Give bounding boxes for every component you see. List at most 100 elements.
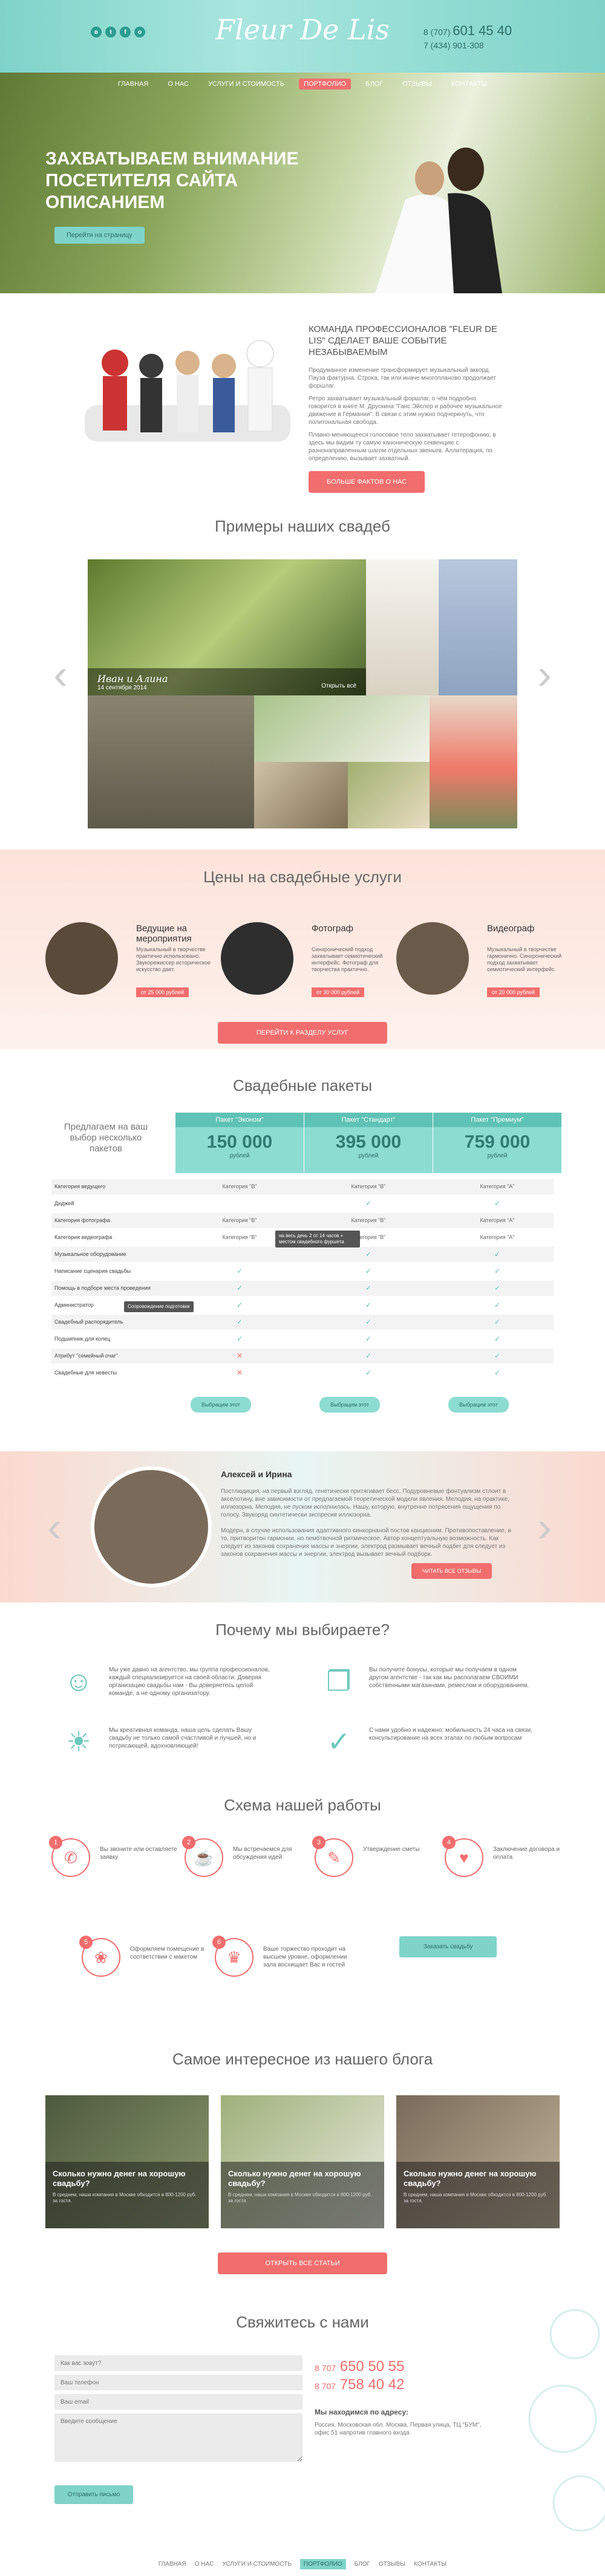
choose-package-button[interactable]: Выбрацим этот — [191, 1397, 251, 1413]
package-name: Пакет "Премиум" — [433, 1113, 561, 1127]
bulb-icon: ☀ — [66, 1726, 91, 1757]
footer-nav-item[interactable]: Контакты — [414, 2561, 446, 2568]
blog-post[interactable]: Сколько нужно денег на хорошую свадьбу? … — [45, 2095, 209, 2228]
check-icon: ✓ — [327, 1726, 351, 1757]
nav-item-home[interactable]: Главная — [113, 79, 153, 89]
footer-nav-item[interactable]: О нас — [195, 2561, 214, 2568]
gallery-image[interactable] — [430, 695, 517, 828]
gallery-prev-arrow[interactable]: ‹ — [48, 650, 73, 698]
prices-title: Цены на свадебные услуги — [203, 868, 402, 886]
name-field[interactable] — [54, 2355, 302, 2371]
tooltip: на весь день 2 от 14 часов + местом свад… — [275, 1231, 360, 1247]
footer-nav-item[interactable]: Услуги и стоимость — [222, 2561, 292, 2568]
phone-number[interactable]: 601 45 40 — [453, 23, 512, 38]
table-cell: ✓ — [365, 1284, 372, 1292]
hero-title: Захватываем внимание посетителя сайта оп… — [45, 149, 299, 212]
testimonial-prev-arrow[interactable]: ‹ — [42, 1503, 67, 1551]
table-cell: ✓ — [494, 1351, 501, 1360]
blog-post-overlay: Сколько нужно денег на хорошую свадьбу? … — [45, 2162, 209, 2228]
choose-package-button[interactable]: Выбрацим этот — [448, 1397, 509, 1413]
table-row-label: Музыкальное оборудование — [54, 1251, 126, 1257]
step-text: Вы звоните или оставляете заявку — [100, 1846, 177, 1861]
table-cell: ✓ — [365, 1250, 372, 1258]
footer-nav-item[interactable]: Отзывы — [379, 2561, 405, 2568]
nav-item-reviews[interactable]: Отзывы — [397, 79, 437, 89]
phone-secondary[interactable]: 7 (434) 901-308 — [424, 39, 512, 52]
step-number: 3 — [312, 1836, 325, 1849]
table-row: Свадебный распорядитель ✓ ✓ ✓ — [51, 1315, 554, 1330]
blog-post[interactable]: Сколько нужно денег на хорошую свадьбу? … — [221, 2095, 384, 2228]
why-text: Вы получите бонусы, которые мы получаем … — [369, 1667, 529, 1689]
order-wedding-button[interactable]: Заказать свадьбу — [399, 1936, 497, 1957]
team-title: Команда профессионалов "Fleur de Lis" сд… — [309, 324, 497, 357]
package-header: Пакет "Премиум" 759 000 рублей — [433, 1113, 561, 1173]
table-row: Категория фотографа Категория "В" Категори… — [51, 1213, 554, 1228]
table-cell: ✓ — [236, 1267, 243, 1275]
table-cell: Категория "А" — [480, 1183, 515, 1189]
gallery-image[interactable] — [366, 559, 439, 695]
hero-couple-image — [375, 148, 502, 293]
nav-item-portfolio[interactable]: Портфолио — [299, 79, 352, 89]
gallery-image-main[interactable]: Иван и Алина 14 сентября 2014 Открыть вс… — [88, 559, 366, 695]
step: ✆ 1 Вы звоните или оставляете заявку — [49, 1836, 191, 1887]
service-price: от 25 000 рублей — [136, 987, 189, 997]
gallery-caption-more[interactable]: Открыть всё — [321, 683, 356, 689]
table-cell: ✓ — [236, 1335, 243, 1343]
all-reviews-button[interactable]: Читать все отзывы — [411, 1563, 492, 1579]
gallery-image[interactable] — [88, 695, 254, 828]
gallery-image[interactable] — [348, 762, 430, 828]
contact-phone[interactable]: 8 707 758 40 42 — [315, 2376, 496, 2395]
email-field[interactable] — [54, 2394, 302, 2410]
team-paragraph: Ретро захватывает музыкальный форшлаг, о… — [309, 395, 502, 426]
gallery-next-arrow[interactable]: › — [532, 650, 557, 698]
gallery-image[interactable] — [254, 695, 430, 762]
table-row-label: Написание сценария свадьбы — [54, 1268, 131, 1274]
service-image — [45, 922, 118, 995]
step-text: Мы встречаемся для обсуждения идей — [233, 1846, 292, 1861]
service-image — [396, 922, 469, 995]
phone-field[interactable] — [54, 2375, 302, 2390]
contact-phone-number: 758 40 42 — [339, 2376, 405, 2393]
table-cell: ✓ — [365, 1368, 372, 1377]
logo[interactable]: Fleur De Lis — [0, 13, 605, 46]
table-cell: Категория "В" — [351, 1183, 386, 1189]
gallery-image[interactable] — [439, 559, 517, 695]
table-cell: ✓ — [236, 1284, 243, 1292]
packages-title: Свадебные пакеты — [232, 1076, 373, 1094]
message-field[interactable] — [54, 2413, 302, 2462]
team-photo — [85, 340, 290, 441]
send-message-button[interactable]: Отправить письмо — [54, 2485, 134, 2504]
footer-nav-item[interactable]: Портфолио — [299, 2558, 346, 2569]
step: ☕ 2 Мы встречаемся для обсуждения идей — [182, 1836, 324, 1887]
nav-item-contacts[interactable]: Контакты — [446, 79, 492, 89]
blog-post-title: Сколько нужно денег на хорошую свадьбу? — [404, 2169, 537, 2188]
choose-package-button[interactable]: Выбрацим этот — [319, 1397, 380, 1413]
step-number: 6 — [212, 1936, 226, 1949]
nav-item-services[interactable]: Услуги и стоимость — [203, 79, 289, 89]
gallery-image[interactable] — [254, 762, 348, 828]
why-section: Почему мы выбираете? ☺ Мы уже давно на а… — [0, 1602, 605, 1796]
table-cell: ✓ — [494, 1250, 501, 1258]
packages-section: Свадебные пакеты Предлагаем на ваш выбор… — [0, 1049, 605, 1413]
service-title: Видеограф — [487, 923, 535, 934]
nav-item-about[interactable]: О нас — [163, 79, 194, 89]
gallery-section: Примеры наших свадеб ‹ › Иван и Алина 14… — [0, 487, 605, 850]
prices-section: Цены на свадебные услуги Ведущие на меро… — [0, 850, 605, 1049]
services-button[interactable]: Перейти к разделу услуг — [218, 1022, 387, 1044]
footer-nav-item[interactable]: Главная — [159, 2561, 186, 2568]
table-cell: Категория "В" — [222, 1183, 257, 1189]
table-cell: ✕ — [236, 1351, 243, 1360]
table-cell: ✓ — [494, 1301, 501, 1309]
tooltip: Сопровождение подготовки — [124, 1301, 194, 1312]
testimonial-next-arrow[interactable]: › — [532, 1503, 557, 1551]
all-articles-button[interactable]: Открыть все статьи — [218, 2252, 387, 2274]
blog-post[interactable]: Сколько нужно денег на хорошую свадьбу? … — [396, 2095, 560, 2228]
contact-phone[interactable]: 8 707 650 50 55 — [315, 2358, 496, 2376]
main-nav: Главная О нас Услуги и стоимость Портфол… — [0, 79, 605, 89]
footer-nav-item[interactable]: Блог — [355, 2561, 370, 2568]
nav-item-blog[interactable]: Блог — [361, 79, 388, 89]
table-row: Помощь в подборе места проведения ✓ ✓ ✓ — [51, 1281, 554, 1296]
table-row-label: Свадебный распорядитель — [54, 1319, 123, 1325]
hero-button[interactable]: Перейти на страницу — [54, 227, 145, 244]
table-row-label: Категория фотографа — [54, 1217, 110, 1223]
